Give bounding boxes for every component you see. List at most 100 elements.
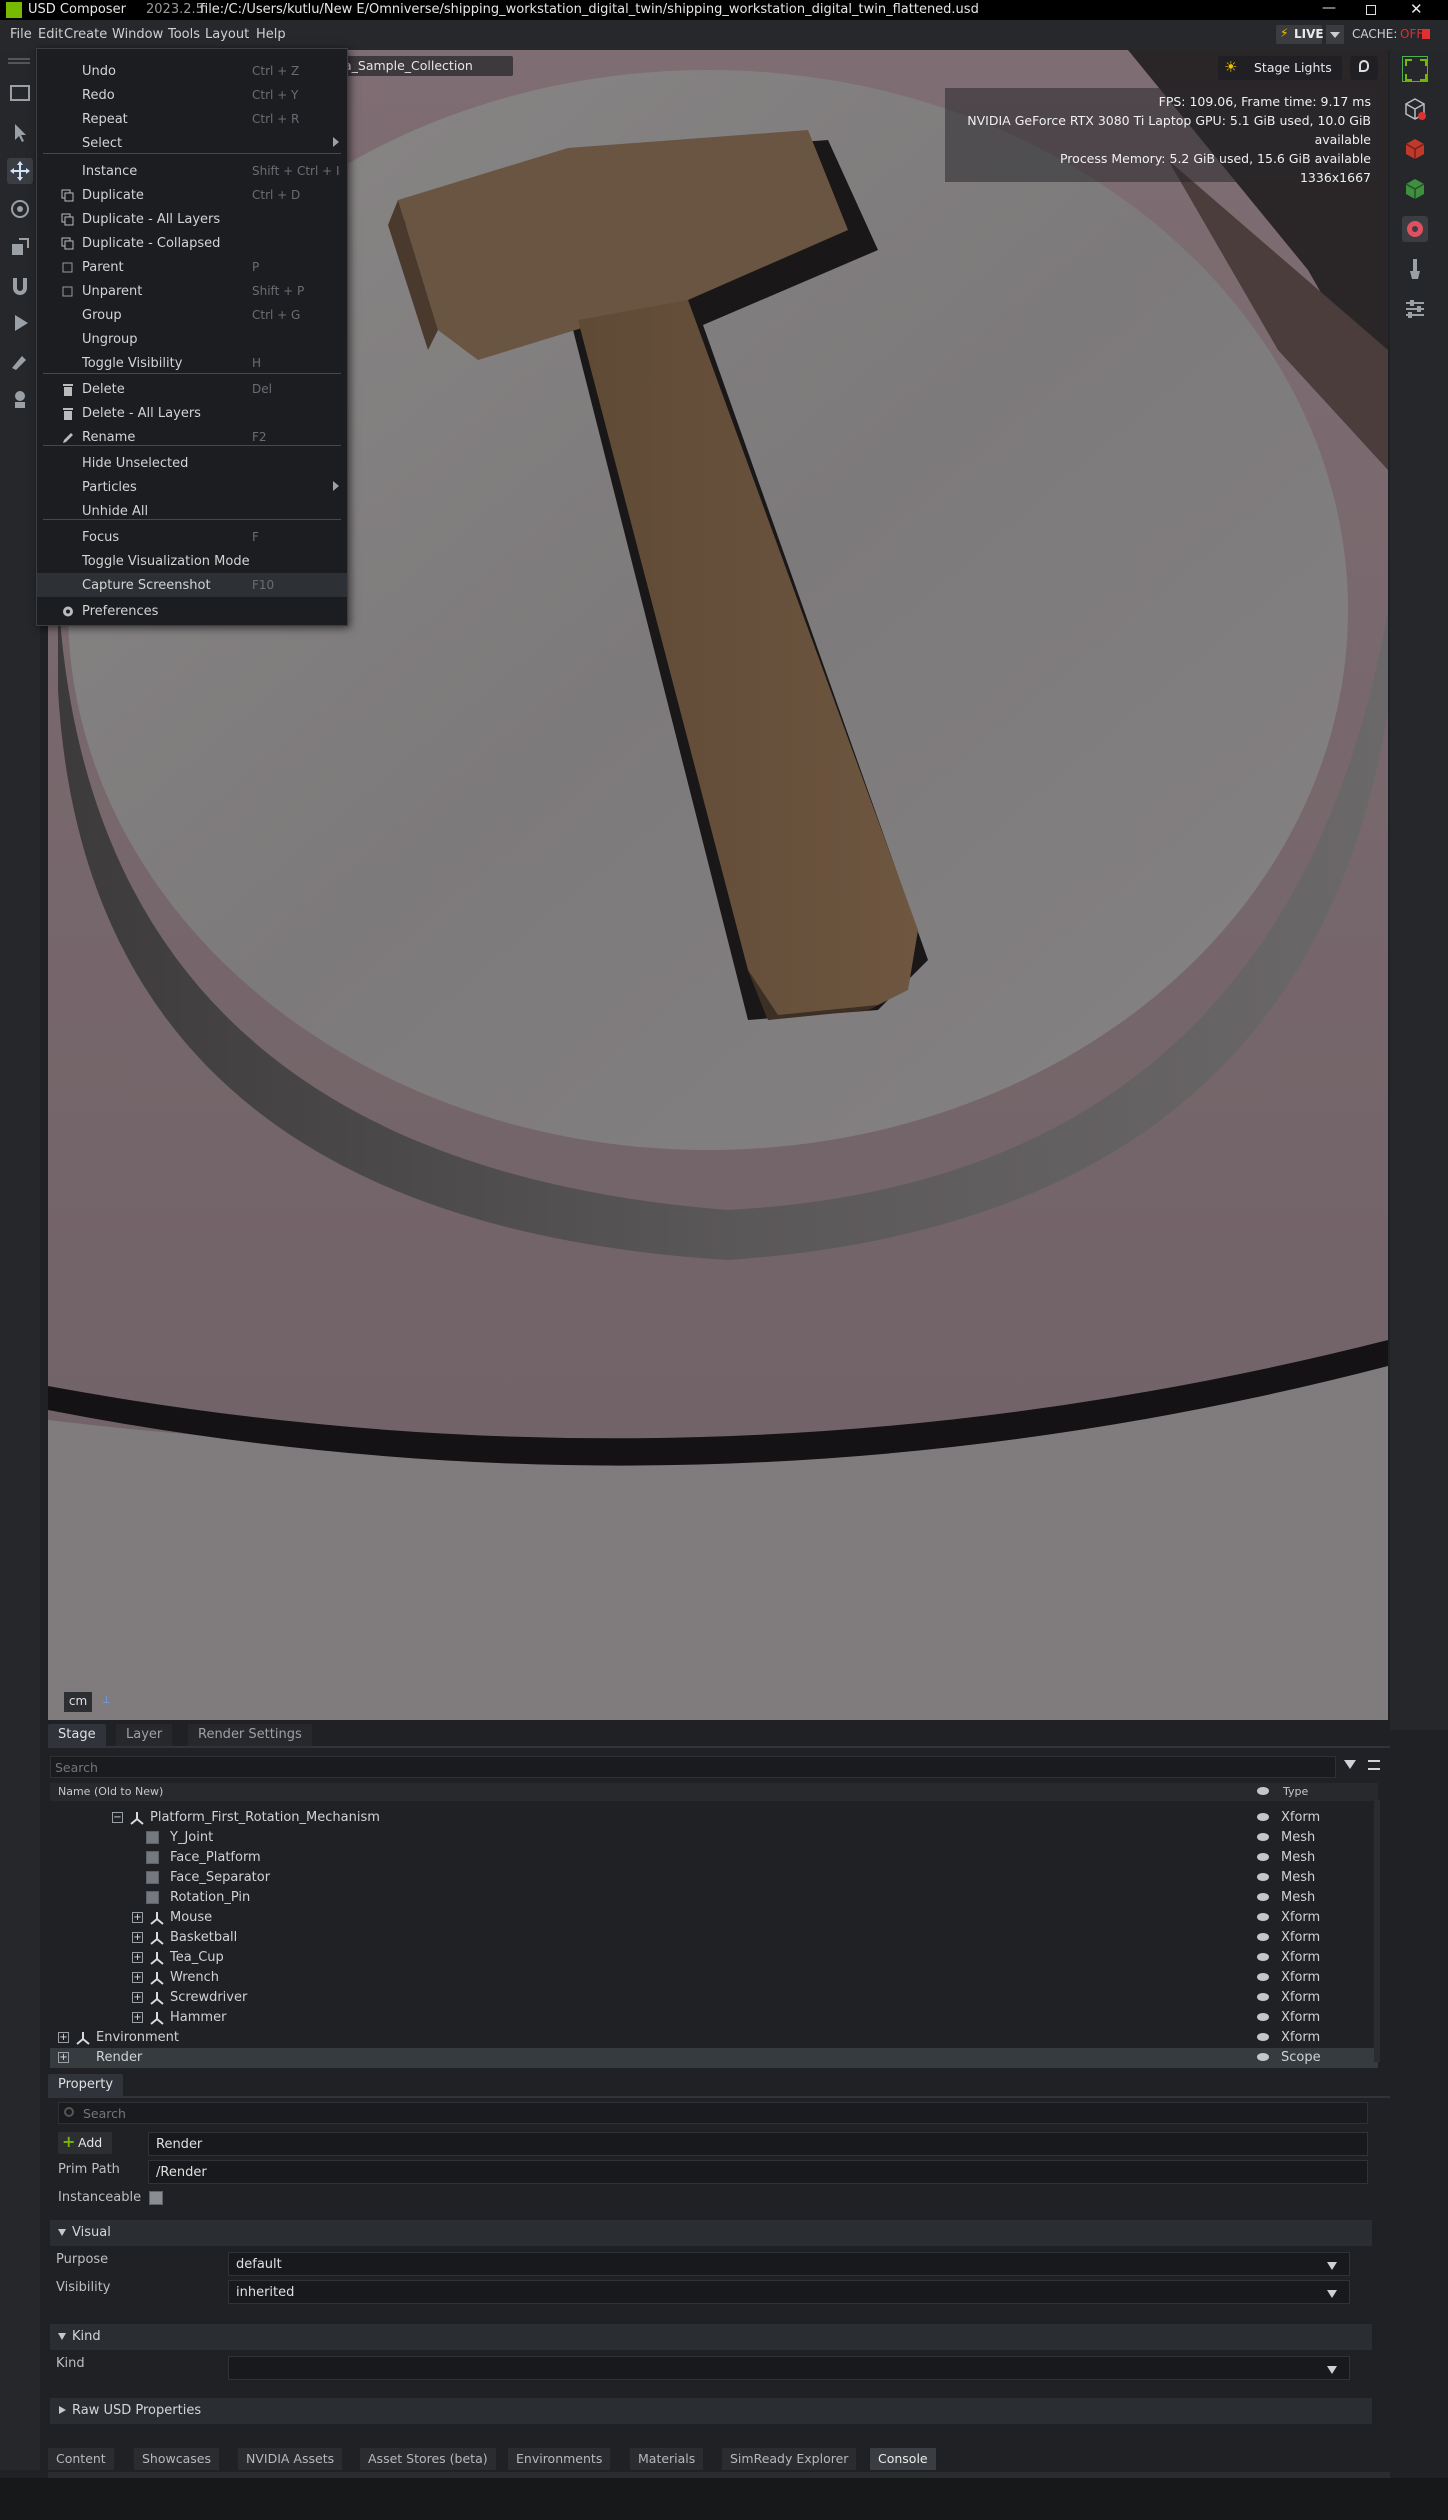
table-row[interactable]: Face_Separator Mesh (50, 1868, 1378, 1888)
expand-toggle-icon[interactable]: + (58, 2052, 69, 2063)
cube-red-icon[interactable] (1402, 136, 1428, 162)
menu-item-select[interactable]: Select (37, 131, 347, 155)
purpose-dropdown[interactable]: default (228, 2252, 1350, 2276)
tab-showcases[interactable]: Showcases (134, 2448, 219, 2470)
stage-scrollbar[interactable] (1374, 1800, 1380, 2062)
instanceable-checkbox[interactable] (149, 2191, 163, 2205)
tab-content[interactable]: Content (48, 2448, 114, 2470)
menu-item-duplicate-collapsed[interactable]: Duplicate - Collapsed (37, 231, 347, 255)
visibility-eye-icon[interactable] (1257, 1833, 1269, 1841)
menu-item-delete-all-layers[interactable]: Delete - All Layers (37, 401, 347, 425)
sliders-icon[interactable] (1402, 296, 1428, 322)
menu-edit[interactable]: Edit (38, 27, 63, 42)
restore-icon[interactable] (1366, 5, 1376, 15)
expand-toggle-icon[interactable]: + (132, 1932, 143, 1943)
menu-window[interactable]: Window (112, 27, 163, 42)
table-row[interactable]: + Environment Xform (50, 2028, 1378, 2048)
visibility-eye-icon[interactable] (1257, 2033, 1269, 2041)
menu-item-preferences[interactable]: Preferences (37, 599, 347, 623)
menu-item-hide-unselected[interactable]: Hide Unselected (37, 451, 347, 475)
play-icon[interactable] (7, 310, 33, 336)
stage-search-input[interactable] (50, 1756, 1336, 1778)
viewport-settings-button[interactable] (1350, 56, 1378, 80)
table-row[interactable]: Rotation_Pin Mesh (50, 1888, 1378, 1908)
expand-toggle-icon[interactable]: + (132, 1972, 143, 1983)
visibility-eye-icon[interactable] (1257, 2053, 1269, 2061)
expand-toggle-icon[interactable]: + (132, 1992, 143, 2003)
menu-item-focus[interactable]: Focus F (37, 525, 347, 549)
raw-usd-section-header[interactable]: Raw USD Properties (50, 2398, 1372, 2424)
property-search-input[interactable] (58, 2102, 1368, 2124)
menu-item-particles[interactable]: Particles (37, 475, 347, 499)
table-row[interactable]: + Render Scope (50, 2048, 1378, 2068)
camera-selector[interactable]: a_Sample_Collection (338, 56, 513, 76)
visibility-eye-icon[interactable] (1257, 1973, 1269, 1981)
select-mode-icon[interactable] (7, 80, 33, 106)
menu-item-duplicate-all-layers[interactable]: Duplicate - All Layers (37, 207, 347, 231)
options-menu-icon[interactable] (1368, 1760, 1380, 1770)
menu-item-toggle-visualization-mode[interactable]: Toggle Visualization Mode (37, 549, 347, 573)
visibility-eye-icon[interactable] (1257, 1813, 1269, 1821)
cube-outline-icon[interactable] (1402, 96, 1428, 122)
tab-materials[interactable]: Materials (630, 2448, 704, 2470)
cube-green-icon[interactable] (1402, 176, 1428, 202)
tab-console[interactable]: Console (870, 2448, 936, 2470)
snap-icon[interactable] (7, 272, 33, 298)
menu-layout[interactable]: Layout (205, 27, 249, 42)
menu-tools[interactable]: Tools (168, 27, 200, 42)
add-button[interactable]: + Add (58, 2132, 112, 2154)
table-row[interactable]: + Basketball Xform (50, 1928, 1378, 1948)
pointer-icon[interactable] (7, 120, 33, 146)
menu-help[interactable]: Help (256, 27, 286, 42)
live-toggle[interactable]: ⚡ LIVE (1276, 25, 1324, 44)
tab-asset-stores[interactable]: Asset Stores (beta) (360, 2448, 496, 2470)
kind-section-header[interactable]: Kind (50, 2324, 1372, 2350)
tab-property[interactable]: Property (48, 2074, 124, 2096)
menu-item-redo[interactable]: Redo Ctrl + Y (37, 83, 347, 107)
table-row[interactable]: + Tea_Cup Xform (50, 1948, 1378, 1968)
tab-simready-explorer[interactable]: SimReady Explorer (722, 2448, 857, 2470)
visibility-eye-icon[interactable] (1257, 1873, 1269, 1881)
menu-create[interactable]: Create (64, 27, 107, 42)
visibility-eye-icon[interactable] (1257, 1853, 1269, 1861)
cache-state[interactable]: OFF (1400, 27, 1423, 41)
prim-path-field[interactable]: /Render (148, 2160, 1368, 2184)
menu-item-unhide-all[interactable]: Unhide All (37, 499, 347, 523)
visibility-eye-icon[interactable] (1257, 1953, 1269, 1961)
menu-item-toggle-visibility[interactable]: Toggle Visibility H (37, 351, 347, 375)
rotate-icon[interactable] (7, 196, 33, 222)
visual-section-header[interactable]: Visual (50, 2220, 1372, 2246)
menu-item-instance[interactable]: Instance Shift + Ctrl + I (37, 159, 347, 183)
table-row[interactable]: Face_Platform Mesh (50, 1848, 1378, 1868)
visibility-eye-icon[interactable] (1257, 1913, 1269, 1921)
physics-icon[interactable] (7, 386, 33, 412)
menu-item-delete[interactable]: Delete Del (37, 377, 347, 401)
table-row[interactable]: + Hammer Xform (50, 2008, 1378, 2028)
close-icon[interactable]: ✕ (1410, 0, 1423, 18)
filter-icon[interactable] (1344, 1760, 1356, 1769)
table-row[interactable]: − Platform_First_Rotation_Mechanism Xform (50, 1808, 1378, 1828)
paintbrush-icon[interactable] (1402, 256, 1428, 282)
visibility-dropdown[interactable]: inherited (228, 2280, 1350, 2304)
visibility-eye-icon[interactable] (1257, 2013, 1269, 2021)
expand-toggle-icon[interactable]: + (132, 2012, 143, 2023)
collapse-toggle-icon[interactable]: − (112, 1812, 123, 1823)
menu-item-repeat[interactable]: Repeat Ctrl + R (37, 107, 347, 131)
live-dropdown[interactable] (1326, 25, 1344, 44)
scale-icon[interactable] (7, 234, 33, 260)
table-row[interactable]: + Screwdriver Xform (50, 1988, 1378, 2008)
tab-render-settings[interactable]: Render Settings (188, 1724, 312, 1746)
visibility-eye-icon[interactable] (1257, 1893, 1269, 1901)
expand-toggle-icon[interactable]: + (132, 1912, 143, 1923)
stage-lights-button[interactable]: ☀ Stage Lights (1218, 56, 1342, 80)
visibility-eye-icon[interactable] (1257, 1993, 1269, 2001)
tab-environments[interactable]: Environments (508, 2448, 611, 2470)
fit-view-icon[interactable] (1402, 56, 1428, 82)
expand-toggle-icon[interactable]: + (58, 2032, 69, 2043)
kind-dropdown[interactable] (228, 2356, 1350, 2380)
menu-file[interactable]: File (10, 27, 32, 42)
table-row[interactable]: + Wrench Xform (50, 1968, 1378, 1988)
expand-toggle-icon[interactable]: + (132, 1952, 143, 1963)
menu-item-unparent[interactable]: Unparent Shift + P (37, 279, 347, 303)
menu-item-parent[interactable]: Parent P (37, 255, 347, 279)
